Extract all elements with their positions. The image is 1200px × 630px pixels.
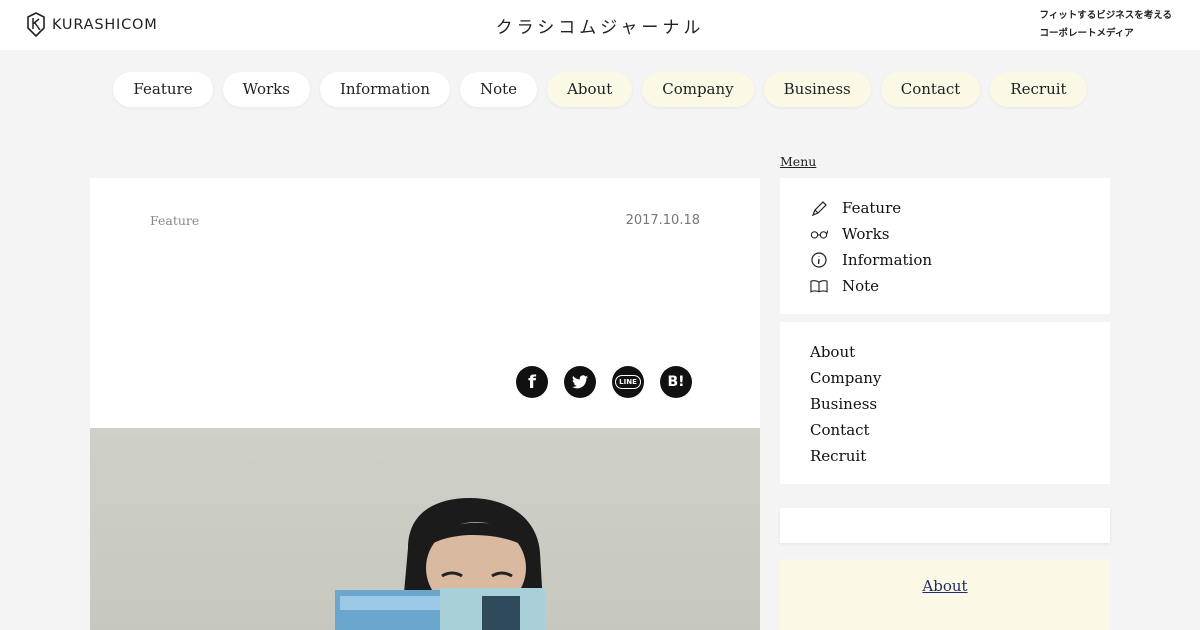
nav-pill-about[interactable]: About [547,72,633,107]
nav-pill-information[interactable]: Information [319,72,450,107]
sidebar-empty-box [780,508,1110,543]
sidebar-item-label: Company [810,369,882,387]
sidebar-item-label: Feature [842,199,902,217]
sidebar-menu-label[interactable]: Menu [780,154,816,169]
nav-pill-company[interactable]: Company [642,72,754,107]
category-nav: Feature Works Information Note About Com… [0,72,1200,107]
sidebar-item-label: Contact [810,421,870,439]
article-card: Feature 2017.10.18 f LINE B! [90,178,760,630]
sidebar-item-note[interactable]: Note [810,276,894,296]
sidebar-item-company[interactable]: Company [810,368,896,388]
sidebar-item-information[interactable]: Information [810,250,947,270]
sidebar-item-contact[interactable]: Contact [810,420,885,440]
sidebar-item-business[interactable]: Business [810,394,892,414]
facebook-icon: f [528,371,536,393]
sidebar-item-label: Note [842,277,880,295]
sidebar-item-about[interactable]: About [810,342,870,362]
about-box-title[interactable]: About [780,577,1110,595]
sidebar-item-label: Business [810,395,878,413]
nav-pill-business[interactable]: Business [763,72,871,107]
article-category[interactable]: Feature [150,213,199,228]
nav-pill-note[interactable]: Note [460,72,538,107]
article-date: 2017.10.18 [625,213,700,228]
info-icon [810,251,828,269]
book-icon [810,277,828,295]
site-header: KURASHICOM クラシコムジャーナル フィットするビジネスを考える コーポ… [0,0,1200,50]
nav-pill-feature[interactable]: Feature [113,72,213,107]
sidebar-secondary-menu: About Company Business Contact Recruit [780,322,1110,484]
sidebar-primary-menu: Feature Works Information Note [780,178,1110,314]
hero-photo-illustration [335,498,545,630]
facebook-share-button[interactable]: f [516,366,548,398]
article-hero-image [90,428,760,630]
nav-pill-recruit[interactable]: Recruit [990,72,1087,107]
sidebar-item-feature[interactable]: Feature [810,198,916,218]
sidebar-item-recruit[interactable]: Recruit [810,446,881,466]
site-tagline: フィットするビジネスを考える コーポレートメディア [1039,7,1172,43]
twitter-icon [572,375,588,389]
twitter-share-button[interactable] [564,366,596,398]
sidebar-item-works[interactable]: Works [810,224,904,244]
sidebar-item-label: Works [842,225,890,243]
share-buttons: f LINE B! [516,366,692,398]
sidebar-about-box: About [780,559,1110,630]
tagline-line-2: コーポレートメディア [1039,28,1134,39]
nav-pill-works[interactable]: Works [222,72,310,107]
sidebar-item-label: Recruit [810,447,867,465]
pen-icon [810,199,828,217]
nav-pill-contact[interactable]: Contact [880,72,981,107]
site-title[interactable]: クラシコムジャーナル [0,13,1200,38]
hatena-share-button[interactable]: B! [660,366,692,398]
hatena-bookmark-icon: B! [667,374,685,390]
line-icon: LINE [615,375,641,389]
glasses-icon [810,225,828,243]
line-share-button[interactable]: LINE [612,366,644,398]
tagline-line-1: フィットするビジネスを考える [1039,10,1172,21]
sidebar-item-label: About [810,343,856,361]
sidebar-item-label: Information [842,251,933,269]
